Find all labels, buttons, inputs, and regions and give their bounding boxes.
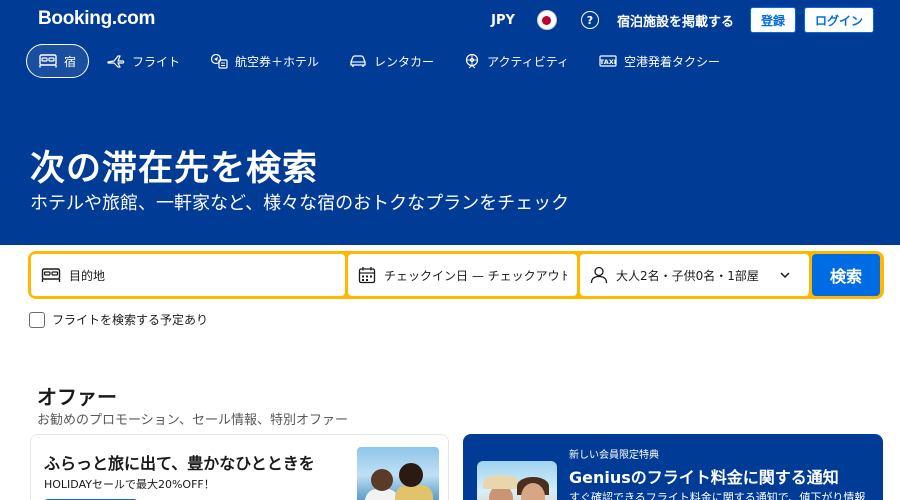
genius-card-eyebrow: 新しい会員限定特典 <box>569 450 659 461</box>
product-nav: 宿 フライト 航空券＋ホテル レンタカー アクティビティ TAXI 空港発着タク… <box>26 44 738 78</box>
holiday-card-subtitle: HOLIDAYセールで最大20%OFF！ <box>44 478 215 491</box>
nav-tab-label: 宿 <box>64 54 77 69</box>
booking-logo[interactable]: Booking.com <box>38 8 155 30</box>
nav-tab-label: 空港発着タクシー <box>624 54 721 69</box>
car-icon <box>350 55 366 67</box>
holiday-card-image <box>357 447 439 500</box>
destination-placeholder: 目的地 <box>69 268 106 283</box>
topbar-right: JPY ? 宿泊施設を掲載する 登録 ログイン <box>491 6 874 34</box>
guests-value: 大人2名・子供0名・1部屋 <box>616 268 759 283</box>
flight-search-checkbox-row[interactable]: フライトを検索する予定あり <box>29 311 208 328</box>
booking-homepage: Booking.com JPY ? 宿泊施設を掲載する 登録 ログイン 宿 フラ… <box>0 0 900 500</box>
attraction-icon <box>465 53 479 69</box>
svg-text:TAXI: TAXI <box>600 58 616 66</box>
chevron-down-icon <box>780 272 790 279</box>
nav-tab-airport-taxi[interactable]: TAXI 空港発着タクシー <box>587 44 732 78</box>
nav-tab-attractions[interactable]: アクティビティ <box>452 44 581 78</box>
taxi-icon: TAXI <box>599 55 617 67</box>
holiday-sale-card[interactable]: ふらっと旅に出て、豊かなひとときを HOLIDAYセールで最大20%OFF！ <box>30 434 449 500</box>
nav-tab-label: レンタカー <box>374 54 435 69</box>
nav-tab-flight-hotel[interactable]: 航空券＋ホテル <box>198 44 331 78</box>
bed-icon <box>39 54 57 68</box>
list-property-link[interactable]: 宿泊施設を掲載する <box>617 11 734 30</box>
offers-title: オファー <box>37 385 117 409</box>
flight-hotel-icon <box>210 53 228 69</box>
genius-flight-card[interactable]: 新しい会員限定特典 Geniusのフライト料金に関する通知 すぐ確認できるフライ… <box>463 434 883 500</box>
nav-tab-car-rental[interactable]: レンタカー <box>337 44 446 78</box>
search-bar: 目的地 チェックイン日 — チェックアウト日 大人2名・子供0名・1部屋 検索 <box>28 251 884 299</box>
bed-icon <box>41 268 61 282</box>
nav-tab-label: フライト <box>132 54 181 69</box>
genius-card-image <box>477 461 557 500</box>
nav-tab-label: アクティビティ <box>487 54 570 69</box>
holiday-card-title: ふらっと旅に出て、豊かなひとときを <box>44 454 315 473</box>
hero-subtitle: ホテルや旅館、一軒家など、様々な宿のおトクなプランをチェック <box>30 193 570 214</box>
search-button[interactable]: 検索 <box>812 254 880 296</box>
currency-button[interactable]: JPY <box>491 13 515 28</box>
genius-card-title: Geniusのフライト料金に関する通知 <box>569 468 839 487</box>
plane-icon <box>107 55 125 68</box>
flight-search-checkbox[interactable] <box>29 311 45 328</box>
dates-placeholder: チェックイン日 — チェックアウト日 <box>384 268 567 283</box>
header: Booking.com JPY ? 宿泊施設を掲載する 登録 ログイン 宿 フラ… <box>0 0 900 245</box>
nav-tab-flights[interactable]: フライト <box>95 44 192 78</box>
help-icon[interactable]: ? <box>580 11 599 29</box>
register-button[interactable]: 登録 <box>749 7 796 33</box>
nav-tab-stays[interactable]: 宿 <box>26 44 90 78</box>
date-range-field[interactable]: チェックイン日 — チェックアウト日 <box>348 254 577 296</box>
offers-subtitle: お勧めのプロモーション、セール情報、特別オファー <box>37 413 348 428</box>
japan-flag-icon[interactable] <box>536 10 557 30</box>
flight-search-checkbox-label: フライトを検索する予定あり <box>52 313 209 327</box>
person-icon <box>590 266 608 284</box>
destination-field[interactable]: 目的地 <box>31 254 345 296</box>
genius-card-description: すぐ確認できるフライト料金に関する通知で、値下がり情報 <box>569 491 866 500</box>
calendar-icon <box>358 267 376 284</box>
guests-field[interactable]: 大人2名・子供0名・1部屋 <box>580 254 809 296</box>
hero-title: 次の滞在先を検索 <box>30 149 319 189</box>
nav-tab-label: 航空券＋ホテル <box>235 54 320 69</box>
login-button[interactable]: ログイン <box>803 7 874 33</box>
